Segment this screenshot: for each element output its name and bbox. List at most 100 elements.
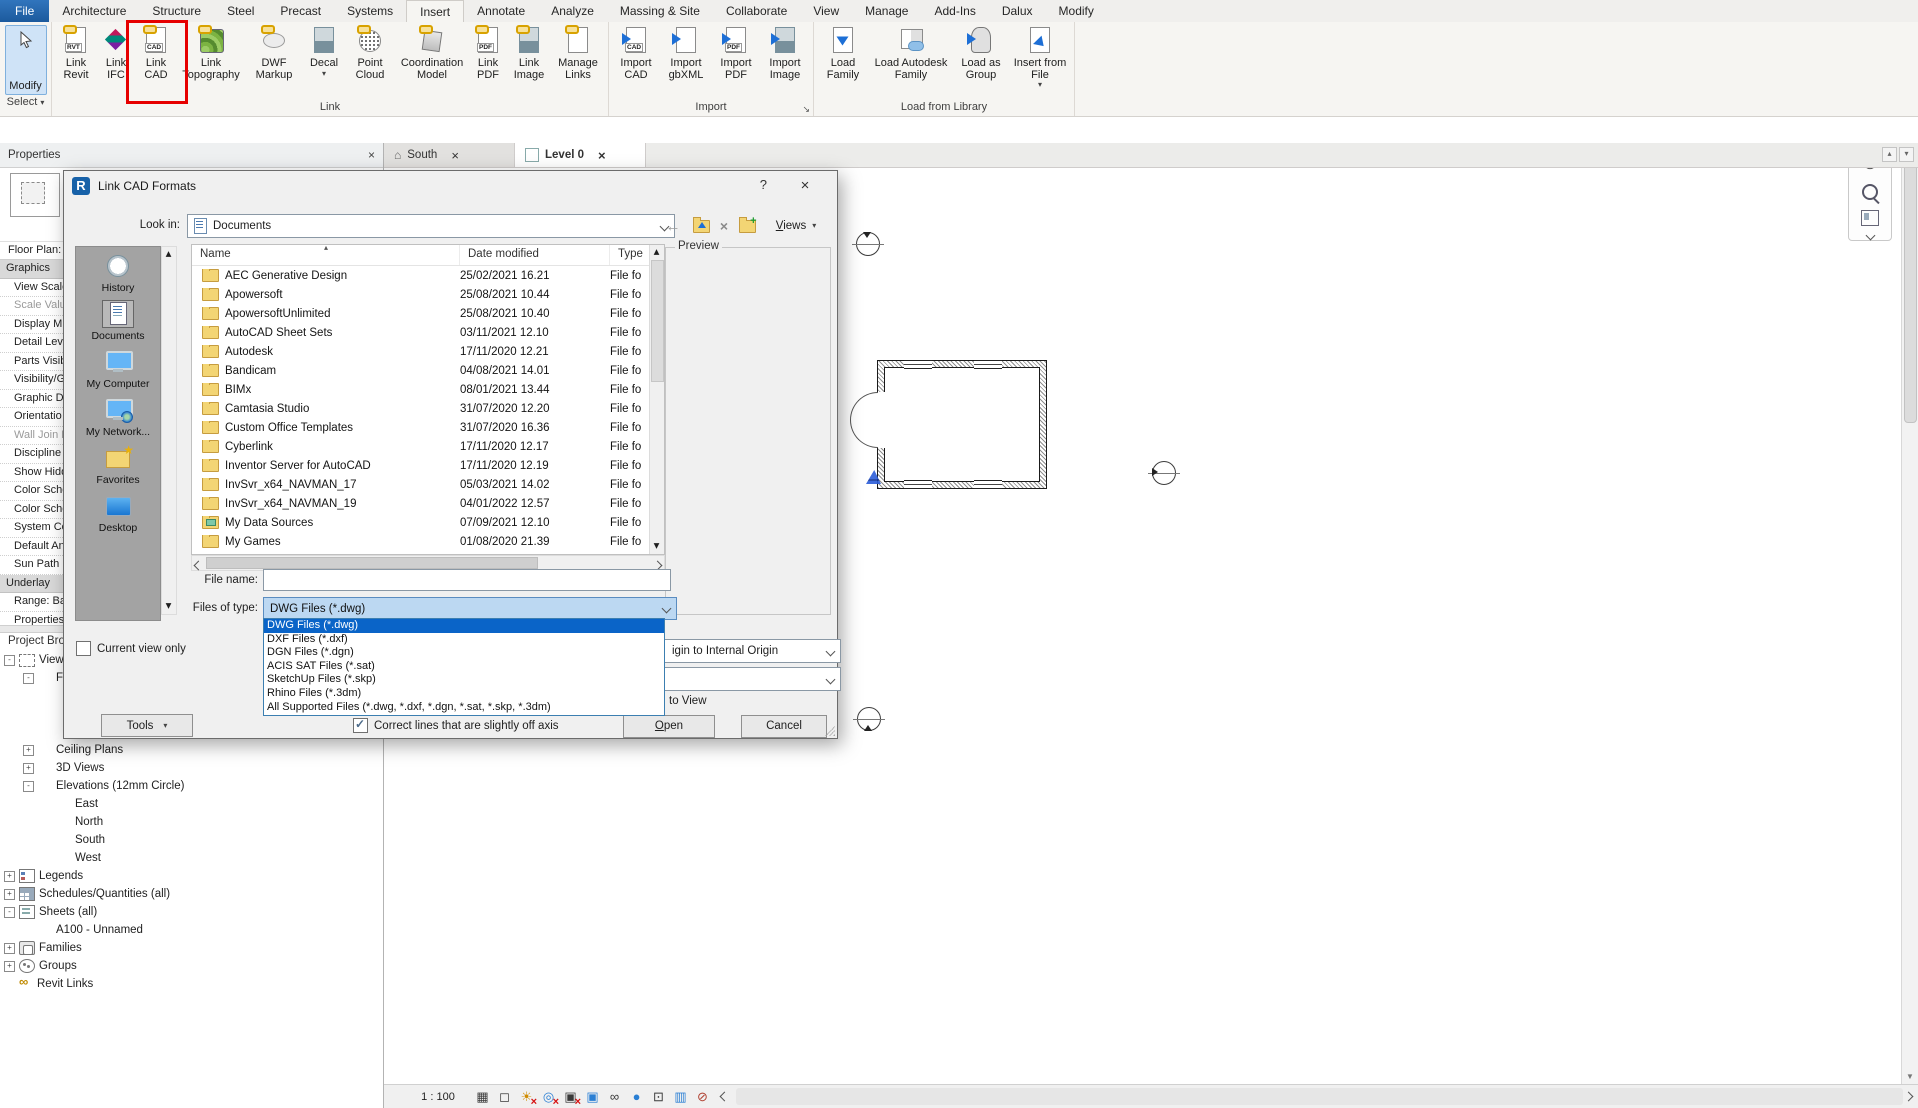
files-of-type-dropdown[interactable]: DWG Files (*.dwg) [263,597,677,620]
window-symbol[interactable] [904,480,932,489]
dropdown-option[interactable]: DXF Files (*.dxf) [264,633,664,647]
scrollbar-thumb[interactable] [1904,161,1917,423]
file-row[interactable]: Custom Office Templates 31/07/2020 16.36… [192,418,664,437]
file-row[interactable]: Camtasia Studio 31/07/2020 12.20 File fo [192,399,664,418]
elevation-marker-east[interactable] [1152,461,1176,485]
tree-expander-icon[interactable]: + [23,763,34,774]
tree-item[interactable]: - Elevations (12mm Circle) [0,777,383,795]
ribbon-button[interactable]: Import gbXML ▾ [660,24,712,92]
close-dialog-button[interactable]: × [791,175,819,197]
view-control-icon[interactable]: ◻ [496,1088,513,1105]
tree-expander-icon[interactable]: + [4,943,15,954]
tools-menu-button[interactable]: Tools▾ [101,714,193,737]
tree-item[interactable]: Revit Links [0,975,383,993]
window-symbol[interactable] [904,360,932,369]
ribbon-tab[interactable]: Dalux [989,0,1046,22]
file-row[interactable]: AEC Generative Design 25/02/2021 16.21 F… [192,266,664,285]
column-date-modified[interactable]: Date modified [460,245,610,265]
tree-item[interactable]: A100 - Unnamed [0,921,383,939]
tree-item[interactable]: + Families [0,939,383,957]
scale-button[interactable]: 1 : 100 [414,1091,462,1103]
zoom-icon[interactable] [1858,180,1882,204]
dropdown-option[interactable]: ACIS SAT Files (*.sat) [264,660,664,674]
view-tab[interactable]: ⌂ Level 0 [515,143,646,167]
view-control-icon[interactable]: ∞ [606,1088,623,1105]
ribbon-tab[interactable]: File [0,0,49,22]
view-control-icon[interactable]: ▥ [672,1088,689,1105]
ribbon-button[interactable]: Link IFC ▾ [97,24,135,92]
elevation-marker-north[interactable] [856,232,880,256]
window-symbol[interactable] [974,360,1002,369]
ribbon-button[interactable]: DWF Markup ▾ [245,24,303,92]
file-row[interactable]: Bandicam 04/08/2021 14.01 File fo [192,361,664,380]
close-view-icon[interactable] [443,148,459,163]
ribbon-button[interactable]: Link Topography ▾ [177,24,245,92]
dropdown-option[interactable]: DWG Files (*.dwg) [264,619,664,633]
places-item[interactable]: Documents [91,301,144,342]
ribbon-button[interactable]: Insert from File ▾ [1009,24,1071,92]
ribbon-button[interactable]: Manage Links ▾ [551,24,605,92]
window-symbol[interactable] [974,480,1002,489]
ribbon-button[interactable]: PDF Link PDF ▾ [469,24,507,92]
open-button[interactable]: Open [623,715,715,738]
ribbon-tab[interactable]: Architecture [49,0,139,22]
tree-expander-icon[interactable]: + [4,889,15,900]
delete-button[interactable]: × [713,216,735,236]
ribbon-button[interactable]: Decal ▾ [303,24,345,92]
ribbon-tab[interactable]: Manage [852,0,921,22]
pan-views-icon[interactable] [1861,210,1879,226]
file-name-input[interactable] [263,569,671,591]
file-row[interactable]: ApowersoftUnlimited 25/08/2021 10.40 Fil… [192,304,664,323]
ribbon-tab[interactable]: Massing & Site [607,0,713,22]
ribbon-tab[interactable]: Systems [334,0,406,22]
places-scrollbar[interactable]: ▴▾ [161,246,177,615]
tree-expander-icon[interactable]: + [23,745,34,756]
panel-expander-icon[interactable]: ↘ [802,102,810,117]
door-swing-icon[interactable] [850,420,878,448]
dropdown-option[interactable]: Rhino Files (*.3dm) [264,687,664,701]
file-row[interactable]: Autodesk 17/11/2020 12.21 File fo [192,342,664,361]
dropdown-option[interactable]: All Supported Files (*.dwg, *.dxf, *.dgn… [264,701,664,715]
view-control-icon[interactable]: ◎ [540,1088,557,1105]
ribbon-button[interactable]: Link Image ▾ [507,24,551,92]
scroll-right-icon[interactable] [1905,1091,1918,1103]
ribbon-button[interactable]: Import Image ▾ [760,24,810,92]
ribbon-tab[interactable]: Structure [139,0,214,22]
tree-item[interactable]: - Sheets (all) [0,903,383,921]
type-selector-thumbnail[interactable] [10,173,60,217]
places-item[interactable]: Favorites [96,445,139,486]
tree-item[interactable]: + Legends [0,867,383,885]
scroll-left-icon[interactable] [721,1093,728,1100]
file-row[interactable]: Cyberlink 17/11/2020 12.17 File fo [192,437,664,456]
places-item[interactable]: History [102,253,135,294]
tree-item[interactable]: + Schedules/Quantities (all) [0,885,383,903]
new-folder-button[interactable] [736,216,758,236]
ribbon-tab[interactable]: Steel [214,0,267,22]
ribbon-tab[interactable]: Insert [406,0,464,22]
view-control-icon[interactable]: ● [628,1088,645,1105]
dropdown-option[interactable]: DGN Files (*.dgn) [264,646,664,660]
select-panel-label[interactable]: Select ▾ [0,95,51,111]
floor-plan-walls[interactable] [877,360,1047,489]
file-list-scrollbar[interactable]: ▴▾ [649,245,664,554]
file-row[interactable]: Inventor Server for AutoCAD 17/11/2020 1… [192,456,664,475]
ribbon-tab[interactable]: Add-Ins [921,0,988,22]
modify-button[interactable]: Modify [5,25,47,95]
chevron-down-icon[interactable] [1865,231,1875,241]
ribbon-tab[interactable]: Collaborate [713,0,800,22]
view-control-icon[interactable]: ⊡ [650,1088,667,1105]
ribbon-button[interactable]: RVT Link Revit ▾ [55,24,97,92]
places-item[interactable]: My Computer [86,349,149,390]
ribbon-tab[interactable]: Analyze [538,0,607,22]
close-view-icon[interactable] [590,148,606,163]
resize-grip[interactable] [825,726,835,736]
view-control-icon[interactable]: ⊘ [694,1088,711,1105]
places-item[interactable]: My Network... [86,397,150,438]
tree-expander-icon[interactable]: - [4,655,15,666]
file-row[interactable]: My Data Sources 07/09/2021 12.10 File fo [192,513,664,532]
ribbon-button[interactable]: PDF Import PDF ▾ [712,24,760,92]
correct-lines-option[interactable]: Correct lines that are slightly off axis [353,718,559,733]
ribbon-button[interactable]: Coordination Model ▾ [395,24,469,92]
vertical-scrollbar[interactable]: ▲ ▼ [1901,143,1918,1085]
ribbon-tab[interactable]: Modify [1046,0,1107,22]
